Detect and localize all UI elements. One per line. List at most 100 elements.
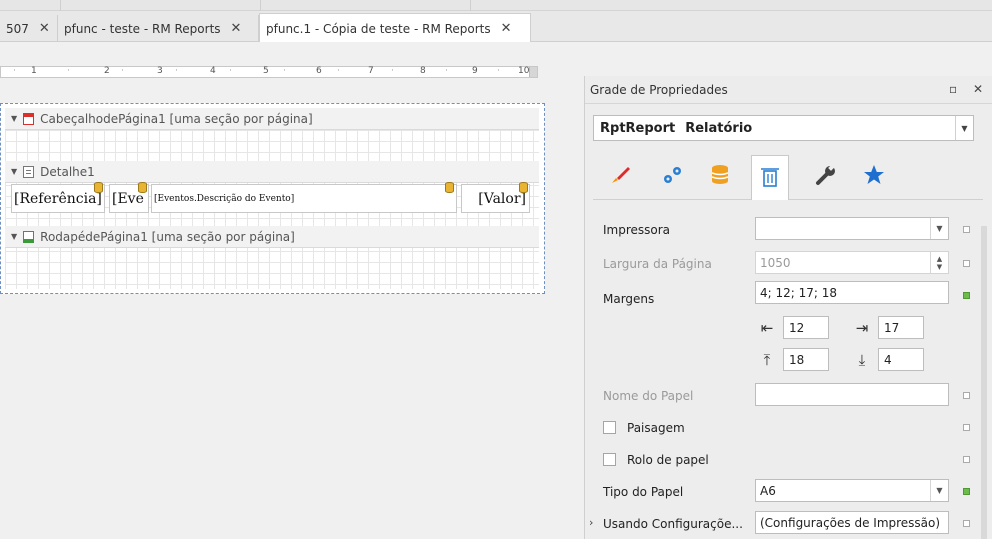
paper-name-field[interactable] [755,383,949,406]
star-icon[interactable] [855,156,893,194]
ruler-mark: 2 [104,66,110,76]
close-icon[interactable]: ✕ [973,82,983,96]
object-name: RptReport [600,120,676,136]
top-strip-separator [470,0,471,11]
horizontal-ruler: · 1 · 2 · 3 · 4 · 5 · 6 · 7 · 8 · 9 · 10 [0,66,538,78]
database-icon [445,182,454,193]
properties-scrollbar[interactable] [981,226,987,539]
margin-left-input[interactable]: 12 [783,316,829,339]
property-marker [963,392,970,399]
property-marker [963,226,970,233]
field-descricao-evento[interactable]: [Eventos.Descrição do Evento] [151,184,457,213]
property-marker [963,520,970,527]
report-canvas: ▼ CabeçalhodePágina1 [uma seção por pági… [5,108,539,289]
paper-kind-select[interactable]: A6 ▼ [755,479,949,502]
spinner-icon[interactable]: ▲ ▼ [930,252,948,273]
band-label: Detalhe1 [40,164,95,179]
chevron-down-icon[interactable]: ▼ [930,480,948,501]
close-icon[interactable]: ✕ [39,21,50,36]
margin-right-icon: ⇥ [855,318,869,337]
property-marker [963,488,970,495]
ruler-mark: 3 [157,66,163,76]
margin-bottom-group: ⤓ 4 [852,348,924,371]
ruler-mark: 1 [31,66,37,76]
database-icon [138,182,147,193]
tab-507[interactable]: 507 ✕ [0,15,58,42]
panel-title: Grade de Propriedades [590,82,728,97]
top-strip-separator [60,0,61,11]
property-row-rolo[interactable]: Rolo de papel [585,445,971,477]
tab-label: 507 [6,21,29,36]
property-label: Largura da Página [603,257,712,271]
page-footer-icon [23,230,35,243]
margin-top-input[interactable]: 18 [783,348,829,371]
property-row-paisagem[interactable]: Paisagem [585,413,971,445]
object-selector[interactable]: RptReport Relatório ▼ [593,115,974,141]
close-icon[interactable]: ✕ [231,21,242,36]
property-label: Margens [603,292,655,306]
margin-top-group: ⤒ 18 [757,348,829,371]
ruler-mark: 7 [368,66,374,76]
brush-icon[interactable] [601,156,639,194]
top-strip-separator [260,0,261,11]
landscape-checkbox[interactable] [603,421,616,434]
property-tabs [593,148,983,200]
property-row-nome-papel[interactable]: Nome do Papel [585,381,971,413]
roll-paper-checkbox[interactable] [603,453,616,466]
collapse-icon[interactable]: ▼ [11,167,17,176]
ruler-mark: 6 [316,66,322,76]
tab-pfunc-teste[interactable]: pfunc - teste - RM Reports ✕ [58,15,259,42]
property-label: Nome do Papel [603,389,694,403]
collapse-icon[interactable]: ▼ [11,232,17,241]
page-width-spinner[interactable]: 1050 ▲ ▼ [755,251,949,274]
property-row-impressora[interactable]: Impressora ▼ [585,215,971,247]
property-label: Tipo do Papel [603,485,684,499]
property-row-usando[interactable]: › Usando Configuraçõe... (Configurações … [585,509,971,539]
ruler-end [529,67,537,77]
property-label: Rolo de papel [627,453,709,467]
band-label: CabeçalhodePágina1 [uma seção por página… [40,111,313,126]
tab-label: pfunc.1 - Cópia de teste - RM Reports [266,21,491,36]
margin-bottom-icon: ⤓ [858,350,866,369]
report-page[interactable]: ▼ CabeçalhodePágina1 [uma seção por pági… [0,103,545,294]
margin-left-icon: ⇤ [760,318,774,337]
margin-top-icon: ⤒ [763,350,771,369]
float-panel-icon[interactable]: ▫ [949,82,957,96]
layout-icon[interactable] [751,155,789,200]
page-header-icon [23,112,35,125]
property-label: Impressora [603,223,671,237]
wrench-icon[interactable] [807,156,845,194]
property-marker [963,456,970,463]
property-grid: Impressora ▼ Largura da Página 1050 ▲ ▼ Ma… [585,201,971,539]
margin-right-input[interactable]: 17 [878,316,924,339]
detail-body: [Referência] [Eve [Eventos.Descrição do … [5,182,539,214]
database-icon[interactable] [701,156,739,194]
property-marker [963,292,970,299]
chevron-down-icon[interactable]: ▼ [930,218,948,239]
property-label: Usando Configuraçõe... [603,517,743,531]
property-row-largura[interactable]: Largura da Página 1050 ▲ ▼ [585,249,971,281]
gears-icon[interactable] [653,156,691,194]
collapse-icon[interactable]: ▼ [11,114,17,123]
printer-select[interactable]: ▼ [755,217,949,240]
properties-title-bar: Grade de Propriedades ▫ ✕ [585,76,992,104]
band-detail[interactable]: ▼ Detalhe1 [5,161,539,183]
field-referencia[interactable]: [Referência] [11,184,105,213]
property-row-margens[interactable]: Margens 4; 12; 17; 18 [585,281,971,313]
print-settings-field[interactable]: (Configurações de Impressão) [755,511,949,534]
property-label: Paisagem [627,421,685,435]
margin-bottom-input[interactable]: 4 [878,348,924,371]
ruler-mark: 10 [518,66,530,76]
band-page-footer[interactable]: ▼ RodapédePágina1 [uma seção por página] [5,226,539,248]
object-type: Relatório [685,120,753,136]
database-icon [519,182,528,193]
ruler-mark: 9 [472,66,478,76]
chevron-right-icon[interactable]: › [589,516,593,529]
band-page-header[interactable]: ▼ CabeçalhodePágina1 [uma seção por pági… [5,108,539,130]
margins-field[interactable]: 4; 12; 17; 18 [755,281,949,304]
close-icon[interactable]: ✕ [501,21,512,36]
chevron-down-icon[interactable]: ▼ [955,116,973,140]
property-row-tipo-papel[interactable]: Tipo do Papel A6 ▼ [585,477,971,509]
tab-pfunc-copia[interactable]: pfunc.1 - Cópia de teste - RM Reports ✕ [259,13,531,43]
property-marker [963,424,970,431]
